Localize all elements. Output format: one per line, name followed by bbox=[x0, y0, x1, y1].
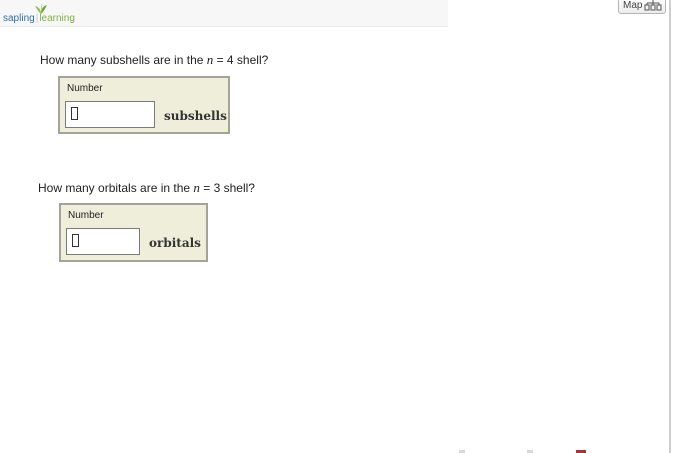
question-1-text: How many subshells are in the n = 4 shel… bbox=[40, 52, 268, 68]
question-1-number-input[interactable] bbox=[65, 101, 155, 128]
text-cursor bbox=[71, 107, 78, 120]
question-1-field-label: Number bbox=[67, 83, 103, 94]
map-button[interactable]: Map bbox=[618, 0, 666, 14]
page: sapling|learning Map How many subshells … bbox=[0, 0, 673, 453]
header-bar: sapling|learning bbox=[0, 0, 448, 27]
question-2-text: How many orbitals are in the n = 3 shell… bbox=[38, 180, 255, 196]
question-1-answer-box: Number subshells bbox=[58, 76, 230, 134]
text-cursor bbox=[72, 234, 79, 247]
question-2-suffix: = 3 shell? bbox=[199, 181, 255, 195]
logo-learning-text: learning bbox=[39, 13, 75, 24]
question-1-unit-label: subshells bbox=[164, 109, 227, 123]
question-1-suffix: = 4 shell? bbox=[213, 53, 269, 67]
logo-separator: | bbox=[35, 13, 39, 24]
question-2-answer-box: Number orbitals bbox=[59, 203, 208, 262]
logo-wordmark: sapling|learning bbox=[3, 13, 75, 25]
map-icon bbox=[644, 0, 662, 11]
question-2-field-label: Number bbox=[68, 210, 104, 221]
question-1-prefix: How many subshells are in the bbox=[40, 53, 207, 67]
question-2-unit-label: orbitals bbox=[149, 236, 201, 250]
question-2-number-input[interactable] bbox=[66, 228, 140, 255]
right-scroll-edge bbox=[669, 0, 671, 453]
map-button-label: Map bbox=[623, 0, 643, 11]
logo-sapling-text: sapling bbox=[3, 13, 35, 24]
question-2-prefix: How many orbitals are in the bbox=[38, 181, 194, 195]
